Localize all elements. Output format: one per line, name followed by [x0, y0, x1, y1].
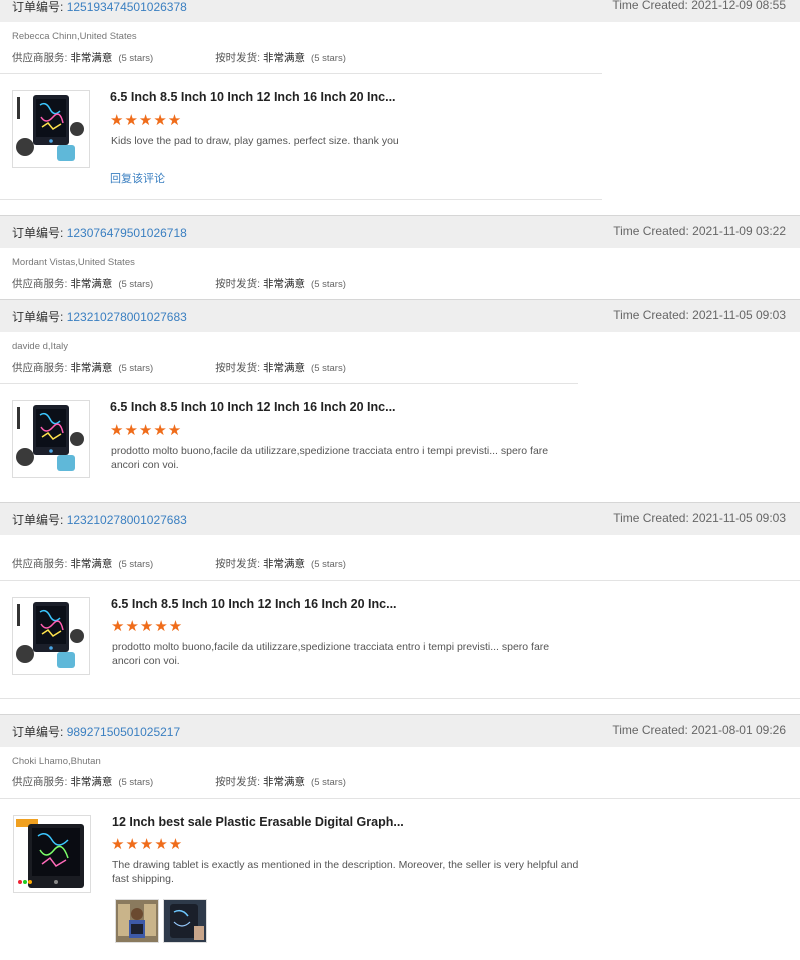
lcd-writing-tablet-thumbnail[interactable] — [12, 400, 90, 478]
buyer-name: Choki Lhamo,Bhutan — [12, 756, 101, 767]
review-text: The drawing tablet is exactly as mention… — [112, 859, 579, 885]
time-created: Time Created: 2021-11-09 03:22 — [613, 224, 786, 238]
divider — [0, 199, 602, 200]
on-time-delivery-value: 非常满意 — [263, 558, 306, 570]
on-time-delivery-stars: (5 stars) — [311, 53, 346, 64]
on-time-delivery-stars: (5 stars) — [311, 363, 346, 374]
12-inch-drawing-tablet-thumbnail[interactable] — [13, 815, 91, 893]
supplier-service-value: 非常满意 — [70, 278, 113, 290]
order-label: 订单编号: — [12, 513, 64, 527]
supplier-service-value: 非常满意 — [70, 52, 113, 64]
supplier-service-label: 供应商服务: — [12, 558, 68, 570]
buyer-name: Rebecca Chinn,United States — [12, 31, 137, 42]
order-header: 订单编号: 123210278001027683 Time Created: 2… — [0, 502, 800, 535]
order-label: 订单编号: — [12, 226, 64, 240]
supplier-service-value: 非常满意 — [70, 362, 113, 374]
order-number-link[interactable]: 98927150501025217 — [67, 725, 180, 739]
supplier-service-stars: (5 stars) — [118, 559, 154, 570]
order-number-row: 订单编号: 123076479501026718 — [12, 224, 187, 241]
review-photo-2[interactable] — [163, 899, 207, 943]
order-number-link[interactable]: 123210278001027683 — [67, 310, 187, 324]
supplier-service-stars: (5 stars) — [118, 279, 154, 290]
lcd-writing-tablet-thumbnail[interactable] — [12, 90, 90, 168]
seller-ratings: 供应商服务: 非常满意 (5 stars) 按时发货: 非常满意 (5 stars) — [12, 50, 346, 65]
order-number-link[interactable]: 123210278001027683 — [67, 513, 187, 527]
on-time-delivery-value: 非常满意 — [263, 278, 306, 290]
supplier-service-label: 供应商服务: — [12, 278, 68, 290]
star-rating: ★★★★★ — [111, 618, 184, 635]
seller-ratings: 供应商服务: 非常满意 (5 stars) 按时发货: 非常满意 (5 stars) — [12, 276, 346, 291]
on-time-delivery-stars: (5 stars) — [311, 777, 346, 788]
divider — [0, 383, 578, 384]
supplier-service-label: 供应商服务: — [12, 362, 68, 374]
time-label: Time Created: — [612, 0, 688, 12]
product-title-link[interactable]: 6.5 Inch 8.5 Inch 10 Inch 12 Inch 16 Inc… — [110, 90, 396, 104]
review-photo-1[interactable] — [115, 899, 159, 943]
time-created: Time Created: 2021-11-05 09:03 — [613, 308, 786, 322]
on-time-delivery-value: 非常满意 — [263, 776, 306, 788]
star-rating: ★★★★★ — [110, 422, 183, 439]
divider — [0, 698, 800, 699]
divider — [0, 580, 800, 581]
seller-ratings: 供应商服务: 非常满意 (5 stars) 按时发货: 非常满意 (5 stars) — [12, 556, 346, 571]
on-time-delivery-label: 按时发货: — [215, 776, 261, 788]
product-title-link[interactable]: 12 Inch best sale Plastic Erasable Digit… — [112, 815, 404, 829]
order-number-row: 订单编号: 98927150501025217 — [12, 723, 180, 740]
supplier-service-value: 非常满意 — [70, 776, 113, 788]
on-time-delivery-label: 按时发货: — [215, 278, 261, 290]
seller-ratings: 供应商服务: 非常满意 (5 stars) 按时发货: 非常满意 (5 stars) — [12, 774, 346, 789]
order-number-link[interactable]: 123076479501026718 — [67, 226, 187, 240]
order-label: 订单编号: — [12, 310, 64, 324]
buyer-name: davide d,Italy — [12, 341, 68, 352]
order-label: 订单编号: — [12, 725, 64, 739]
on-time-delivery-value: 非常满意 — [263, 362, 306, 374]
order-number-row: 订单编号: 123210278001027683 — [12, 308, 187, 325]
review-text: prodotto molto buono,facile da utilizzar… — [112, 641, 550, 667]
time-created: Time Created: 2021-12-09 08:55 — [612, 0, 786, 12]
seller-ratings: 供应商服务: 非常满意 (5 stars) 按时发货: 非常满意 (5 stars) — [12, 360, 346, 375]
reply-review-link[interactable]: 回复该评论 — [110, 170, 165, 186]
review-text: Kids love the pad to draw, play games. p… — [111, 135, 399, 147]
order-header: 订单编号: 123210278001027683 Time Created: 2… — [0, 299, 800, 332]
time-value: 2021-12-09 08:55 — [691, 0, 786, 12]
on-time-delivery-label: 按时发货: — [215, 52, 261, 64]
time-label: Time Created: — [613, 511, 689, 525]
divider — [0, 798, 800, 799]
order-number-row: 订单编号: 125193474501026378 — [12, 0, 187, 15]
on-time-delivery-stars: (5 stars) — [311, 279, 346, 290]
divider — [0, 73, 602, 74]
product-title-link[interactable]: 6.5 Inch 8.5 Inch 10 Inch 12 Inch 16 Inc… — [111, 597, 397, 611]
order-header: 订单编号: 125193474501026378 Time Created: 2… — [0, 0, 800, 22]
review-text: prodotto molto buono,facile da utilizzar… — [111, 445, 549, 471]
on-time-delivery-value: 非常满意 — [263, 52, 306, 64]
lcd-writing-tablet-thumbnail[interactable] — [12, 597, 90, 675]
product-title-link[interactable]: 6.5 Inch 8.5 Inch 10 Inch 12 Inch 16 Inc… — [110, 400, 396, 414]
order-number-link[interactable]: 125193474501026378 — [67, 0, 187, 14]
time-label: Time Created: — [612, 723, 688, 737]
on-time-delivery-stars: (5 stars) — [311, 559, 346, 570]
time-value: 2021-11-05 09:03 — [692, 308, 786, 322]
on-time-delivery-label: 按时发货: — [215, 362, 261, 374]
time-created: Time Created: 2021-08-01 09:26 — [612, 723, 786, 737]
time-value: 2021-11-05 09:03 — [692, 511, 786, 525]
time-created: Time Created: 2021-11-05 09:03 — [613, 511, 786, 525]
supplier-service-stars: (5 stars) — [118, 777, 154, 788]
order-header: 订单编号: 123076479501026718 Time Created: 2… — [0, 215, 800, 248]
star-rating: ★★★★★ — [110, 112, 183, 129]
supplier-service-label: 供应商服务: — [12, 776, 68, 788]
order-number-row: 订单编号: 123210278001027683 — [12, 511, 187, 528]
buyer-name: Mordant Vistas,United States — [12, 257, 135, 268]
supplier-service-stars: (5 stars) — [118, 53, 154, 64]
order-label: 订单编号: — [12, 0, 64, 14]
supplier-service-value: 非常满意 — [70, 558, 113, 570]
time-label: Time Created: — [613, 224, 689, 238]
star-rating: ★★★★★ — [111, 836, 184, 853]
time-value: 2021-11-09 03:22 — [692, 224, 786, 238]
supplier-service-stars: (5 stars) — [118, 363, 154, 374]
order-header: 订单编号: 98927150501025217 Time Created: 20… — [0, 714, 800, 747]
time-value: 2021-08-01 09:26 — [691, 723, 786, 737]
time-label: Time Created: — [613, 308, 689, 322]
on-time-delivery-label: 按时发货: — [215, 558, 261, 570]
supplier-service-label: 供应商服务: — [12, 52, 68, 64]
